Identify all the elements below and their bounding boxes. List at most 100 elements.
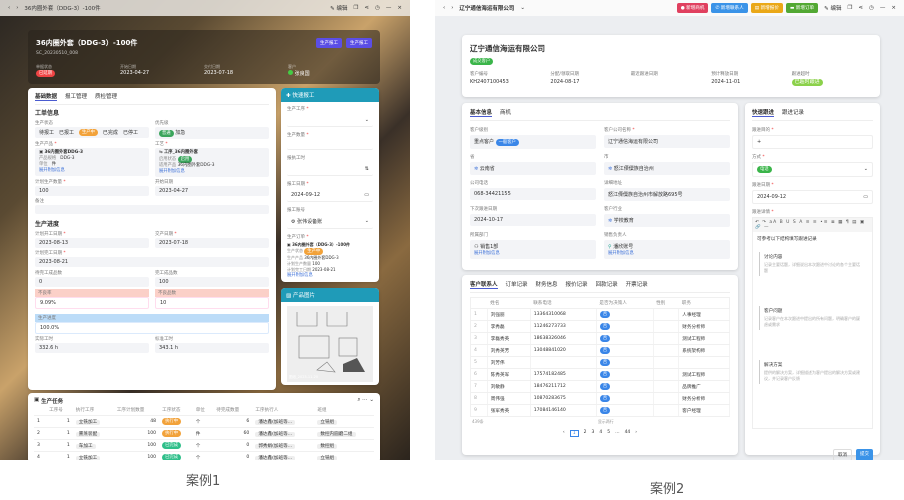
close-icon[interactable]: × [397, 5, 402, 11]
column-header[interactable] [470, 297, 488, 309]
toolbar-button[interactable]: ▤ 新增报价 [750, 3, 783, 13]
column-header[interactable]: 班组 [314, 405, 374, 416]
plan-qty-field[interactable]: 100 [35, 186, 149, 196]
report-button[interactable]: 生产报工 [316, 38, 342, 48]
clock-icon[interactable]: ◷ [869, 5, 874, 11]
page-button[interactable]: 2 [584, 430, 587, 437]
decision-maker-toggle[interactable]: 否 [599, 335, 611, 342]
column-header[interactable]: 职务 [678, 297, 730, 309]
column-header[interactable]: 是否为决策人 [596, 297, 654, 309]
tab-contact-5[interactable]: 开票记录 [626, 280, 648, 289]
order-select[interactable]: ▣ 36内圈外套（DDG-3）-100件 生产状态 生产中 生产产品 36内圈外… [287, 242, 373, 279]
tab-contact-3[interactable]: 报价记录 [566, 280, 588, 289]
table-row[interactable]: 2 1 熏蒸装配 100 执行中 件 60 潘达鑫(加班等… 数控内圆磨二组 [34, 427, 374, 440]
owner-field[interactable]: ⚲ 潘欣账号 展开附加信息 [604, 240, 730, 259]
expand-link[interactable]: 展开附加信息 [608, 250, 726, 256]
goal-input[interactable]: + [752, 135, 873, 149]
show-more-link[interactable]: 显示两行 [598, 419, 614, 425]
decision-maker-toggle[interactable]: 否 [599, 359, 611, 366]
start-date-field[interactable]: 2023-04-27 [155, 186, 269, 196]
page-button[interactable]: … [615, 430, 620, 437]
edit-button[interactable]: ✎ 编辑 [330, 4, 347, 12]
cancel-button[interactable]: 取消 [833, 449, 852, 460]
tab-report[interactable]: 报工管理 [65, 92, 87, 101]
rich-text-editor[interactable]: ↶ ↷ aA B U S A ≡ ≡ •≡ ≣ ▦ ¶ ▤ ▣ 🔗 — 可参考以… [752, 217, 873, 429]
dept-field[interactable]: ⚇ 销售1部 展开附加信息 [470, 240, 596, 259]
table-row[interactable]: 1 刘强丽 13364310068 否 人事经理 [470, 308, 730, 321]
next-date-field[interactable]: 2024-10-17 [470, 214, 596, 226]
decision-maker-toggle[interactable]: 否 [599, 395, 611, 402]
calendar-icon[interactable]: ▭ [863, 194, 868, 200]
table-row[interactable]: 3 1 车加工 100 已完成 个 0 郭秀娟(加班等… 数控组 [34, 439, 374, 452]
plan-start-field[interactable]: 2023-08-13 [35, 238, 149, 248]
decision-maker-toggle[interactable]: 否 [599, 347, 611, 354]
editor-toolbar[interactable]: ↶ ↷ aA B U S A ≡ ≡ •≡ ≣ ▦ ¶ ▤ ▣ 🔗 — [753, 218, 872, 232]
decision-maker-toggle[interactable]: 否 [599, 407, 611, 414]
decision-maker-toggle[interactable]: 否 [599, 323, 611, 330]
expand-link[interactable]: 展开附加信息 [474, 250, 592, 256]
city-field[interactable]: ✲ 怒江傈僳族自治州 [604, 162, 730, 175]
column-header[interactable] [34, 405, 47, 416]
next-page-icon[interactable]: › [635, 430, 637, 437]
page-button[interactable]: 3 [591, 430, 594, 437]
tab-contact-1[interactable]: 订单记录 [506, 280, 528, 289]
status-selector[interactable]: 待报工 已报工 生产中 已完成 已停工 [35, 127, 149, 138]
tab-quick-followup[interactable]: 快速跟进 [752, 108, 775, 117]
table-row[interactable]: 9 张军秀英 17084146140 否 客户经理 [470, 404, 730, 417]
decision-maker-toggle[interactable]: 否 [599, 311, 611, 318]
chevron-down-icon[interactable]: ⌄ [520, 5, 525, 11]
copy-icon[interactable]: ❐ [354, 5, 359, 11]
tab-basic[interactable]: 基础数据 [35, 92, 58, 101]
remark-field[interactable] [35, 205, 269, 214]
product-drawing[interactable]: 图纸_2023-11-20 [287, 306, 373, 382]
table-row[interactable]: 6 陈秀英军 17574182485 否 测试工程师 [470, 368, 730, 381]
table-row[interactable]: 1 1 立铣加工 48 执行中 个 6 潘达鑫(加班等… 立铣组 [34, 415, 374, 428]
decision-maker-toggle[interactable]: 否 [599, 383, 611, 390]
report-button-2[interactable]: 生产报工 [346, 38, 372, 48]
page-button[interactable]: 1 [569, 430, 579, 437]
table-row[interactable]: 8 周伟强 10870283675 否 财务分析师 [470, 392, 730, 405]
process-select[interactable]: ⌄ [287, 114, 373, 127]
person-select[interactable]: ⚙ 张伟设备账 ⌄ [287, 215, 373, 229]
industry-field[interactable]: ✲ 学校教育 [604, 214, 730, 227]
minimize-icon[interactable]: — [880, 5, 886, 11]
minimize-icon[interactable]: — [386, 5, 392, 11]
submit-button[interactable]: 提交 [856, 449, 873, 460]
column-header[interactable]: 工序状态 [159, 405, 193, 416]
calendar-icon[interactable]: ▭ [364, 192, 369, 198]
qty-input[interactable] [287, 140, 373, 150]
tab-contact-4[interactable]: 回款记录 [596, 280, 618, 289]
forward-icon[interactable]: › [16, 5, 18, 11]
toolbar-button[interactable]: ✆ 新增联系人 [711, 3, 748, 13]
back-icon[interactable]: ‹ [443, 5, 445, 11]
table-row[interactable]: 7 刘敏静 18476211712 否 品牌推广 [470, 380, 730, 393]
deliver-field[interactable]: 2023-07-18 [155, 238, 269, 248]
tab-opportunity[interactable]: 商机 [500, 108, 511, 117]
close-icon[interactable]: × [891, 5, 896, 11]
page-button[interactable]: 4 [599, 430, 602, 437]
column-header[interactable]: 单位 [192, 405, 214, 416]
column-header[interactable]: 姓名 [487, 297, 531, 309]
table-row[interactable]: 5 刘芳伟 否 [470, 356, 730, 369]
toolbar-button[interactable]: ● 新增商机 [676, 3, 709, 13]
page-button[interactable]: 5 [607, 430, 610, 437]
table-row[interactable]: 2 李秀磊 11246273733 否 财务分析师 [470, 320, 730, 333]
column-header[interactable]: 工序计划数量 [113, 405, 160, 416]
expand-link[interactable]: 展开附加信息 [287, 273, 373, 279]
province-field[interactable]: ✲ 云南省 [470, 162, 596, 175]
tab-contact-0[interactable]: 客户联系人 [470, 280, 498, 289]
expand-link[interactable]: 展开附加信息 [39, 168, 145, 174]
decision-maker-toggle[interactable]: 否 [599, 371, 611, 378]
column-header[interactable]: 待完成数量 [213, 405, 253, 416]
company-name-field[interactable]: 辽宁通信海运有限公司 [604, 135, 730, 148]
column-header[interactable]: 联系电话 [530, 297, 597, 309]
share-icon[interactable]: ⋖ [364, 5, 369, 11]
page-button[interactable]: 44 [625, 430, 631, 437]
tab-contact-2[interactable]: 财务信息 [536, 280, 558, 289]
address-field[interactable]: 怒江傈僳族自治州市解放路695号 [604, 188, 730, 201]
table-row[interactable]: 4 1 立铣加工 100 已完成 个 0 潘达鑫(加班等… 立铣组 [34, 451, 374, 460]
level-field[interactable]: 重点客户 一般客户 [470, 135, 596, 149]
plan-end-field[interactable]: 2023-08-21 [35, 257, 269, 267]
toolbar-button[interactable]: ▬ 新增订单 [785, 3, 819, 13]
tab-qc[interactable]: 质检管理 [95, 92, 117, 101]
